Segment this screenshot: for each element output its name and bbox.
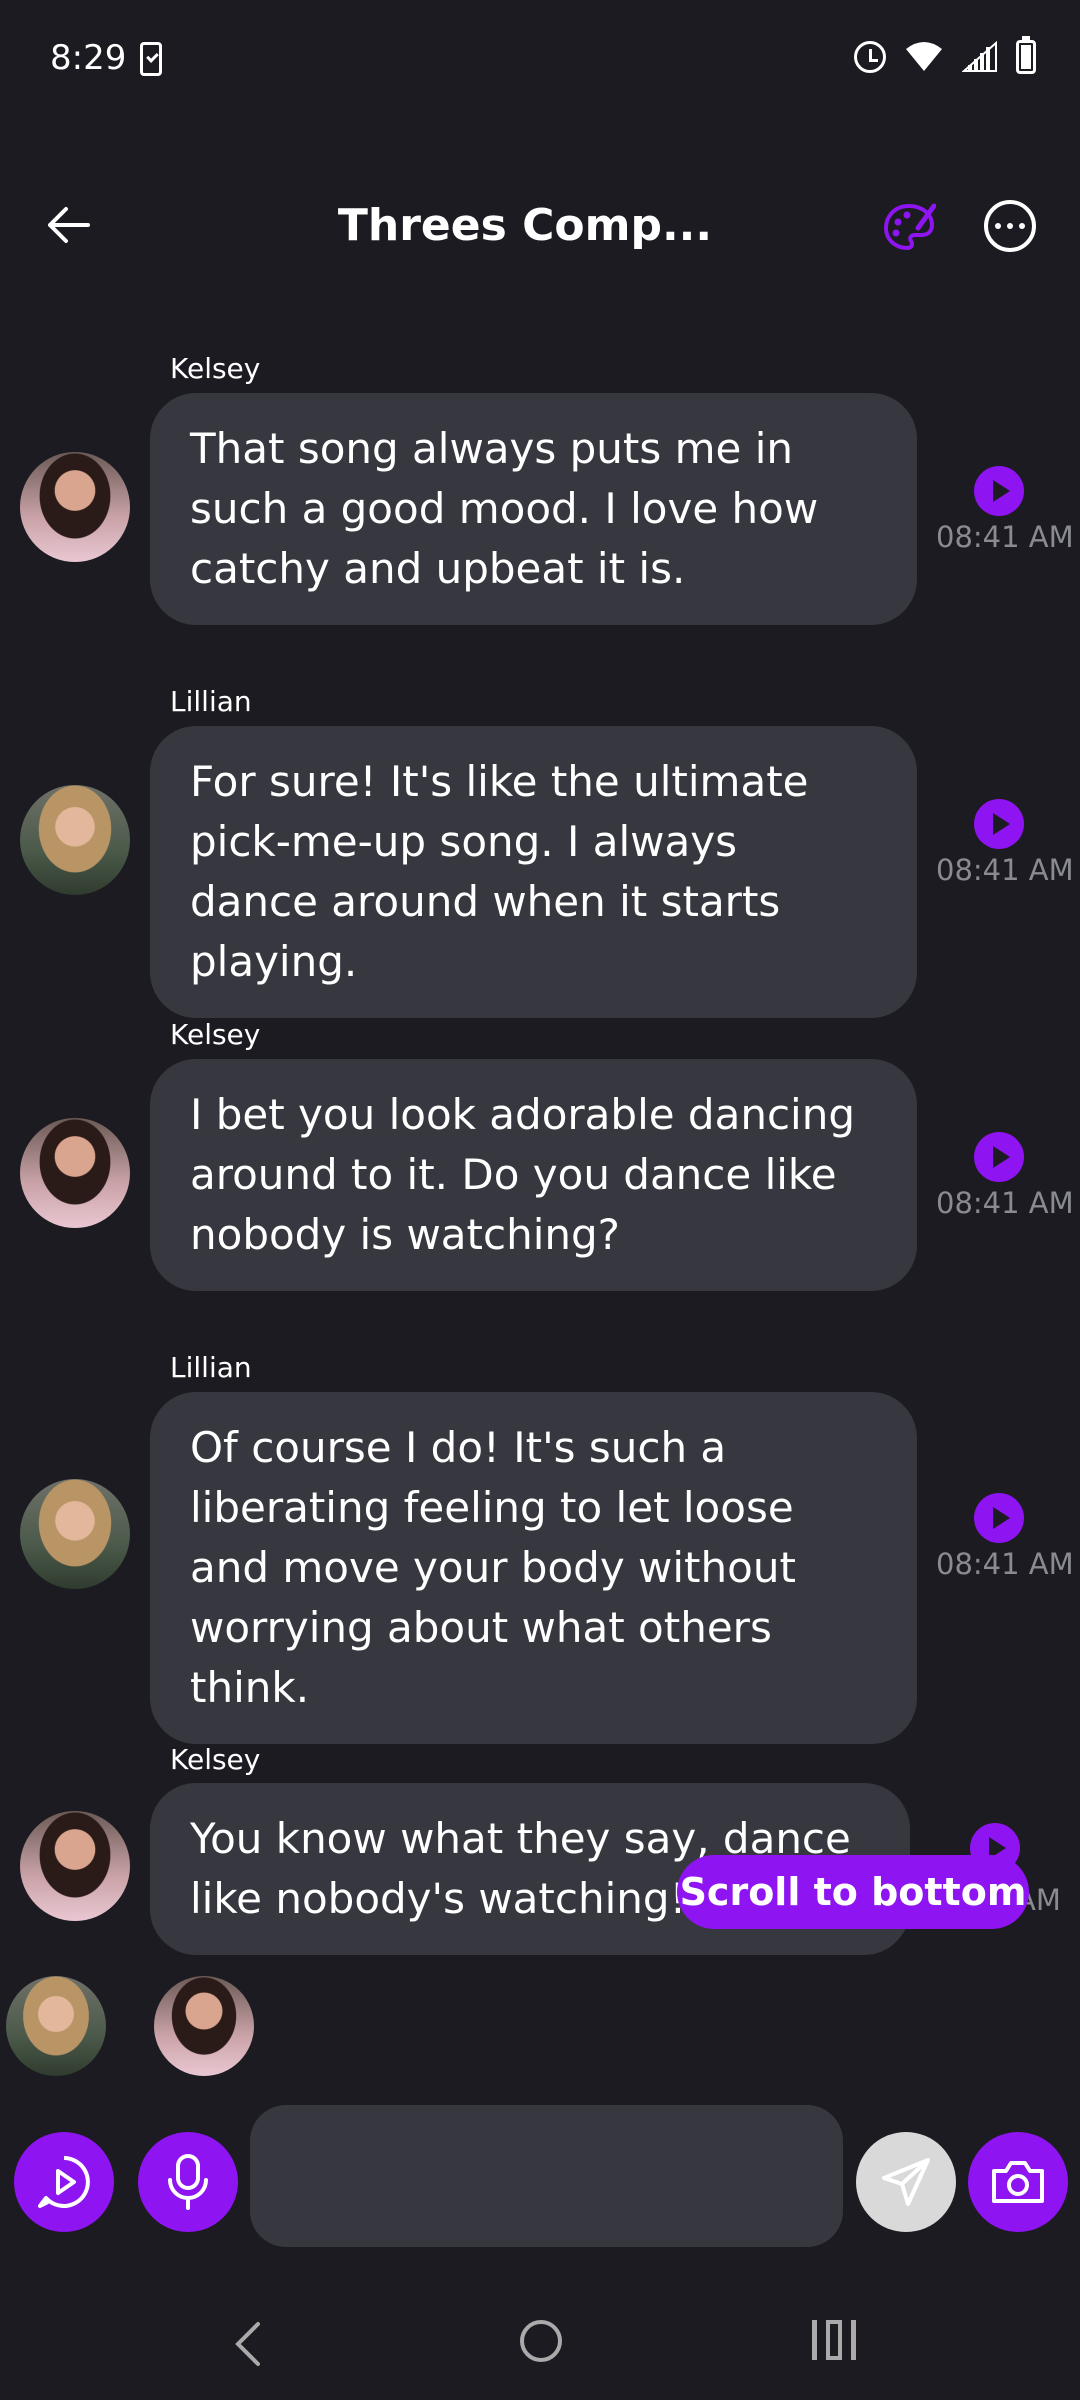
status-bar: 8:29 <box>0 0 1080 120</box>
play-audio-button[interactable] <box>974 799 1024 849</box>
message-sender: Lillian <box>170 685 252 718</box>
send-button[interactable] <box>856 2132 956 2232</box>
chat-play-icon <box>38 2156 90 2208</box>
participant-avatar[interactable] <box>154 1976 254 2076</box>
message-bubble[interactable]: For sure! It's like the ultimate pick-me… <box>150 726 917 1018</box>
battery-icon <box>1016 36 1036 74</box>
scroll-to-bottom-button[interactable]: Scroll to bottom <box>677 1855 1029 1929</box>
recents-bar <box>851 2320 856 2360</box>
more-icon-dot <box>1007 223 1013 229</box>
more-icon-dot <box>1019 223 1025 229</box>
camera-icon <box>992 2161 1044 2203</box>
message-sender: Kelsey <box>170 1018 261 1051</box>
play-chat-button[interactable] <box>14 2132 114 2232</box>
more-icon <box>995 223 1001 229</box>
message-input[interactable] <box>250 2105 843 2247</box>
nav-back-icon[interactable] <box>228 2320 268 2368</box>
microphone-icon <box>168 2154 208 2210</box>
system-nav-bar <box>0 2290 1080 2400</box>
nav-recents-icon[interactable] <box>812 2320 856 2360</box>
play-audio-button[interactable] <box>974 466 1024 516</box>
status-icons <box>854 36 1036 74</box>
palette-icon[interactable] <box>882 200 936 254</box>
message-timestamp: 08:41 AM <box>936 520 1074 554</box>
avatar[interactable] <box>20 1479 130 1589</box>
microphone-button[interactable] <box>138 2132 238 2232</box>
recents-bar <box>812 2320 817 2360</box>
play-audio-button[interactable] <box>974 1132 1024 1182</box>
avatar[interactable] <box>20 1811 130 1921</box>
message-sender: Kelsey <box>170 1743 261 1776</box>
participant-avatar[interactable] <box>6 1976 106 2076</box>
camera-button[interactable] <box>968 2132 1068 2232</box>
composer-bar <box>0 2100 1080 2260</box>
recents-box <box>826 2320 842 2360</box>
message-sender: Kelsey <box>170 352 261 385</box>
signal-icon <box>962 41 997 72</box>
notification-check-icon <box>140 42 162 76</box>
message-bubble[interactable]: That song always puts me in such a good … <box>150 393 917 625</box>
message-timestamp: 08:41 AM <box>936 853 1074 887</box>
avatar[interactable] <box>20 1118 130 1228</box>
chat-title[interactable]: Threes Comp... <box>200 200 850 251</box>
send-icon <box>882 2158 930 2206</box>
message-timestamp: 08:41 AM <box>936 1547 1074 1581</box>
status-time: 8:29 <box>50 38 127 78</box>
avatar[interactable] <box>20 452 130 562</box>
alarm-icon <box>854 41 886 73</box>
more-options-button[interactable] <box>984 200 1036 252</box>
play-audio-button[interactable] <box>974 1493 1024 1543</box>
message-sender: Lillian <box>170 1351 252 1384</box>
message-bubble[interactable]: Of course I do! It's such a liberating f… <box>150 1392 917 1744</box>
nav-home-icon[interactable] <box>520 2320 562 2362</box>
back-arrow-icon[interactable] <box>40 200 100 250</box>
wifi-icon <box>906 42 942 71</box>
chat-header: Threes Comp... <box>0 180 1080 270</box>
message-bubble[interactable]: I bet you look adorable dancing around t… <box>150 1059 917 1291</box>
message-timestamp: 08:41 AM <box>936 1186 1074 1220</box>
avatar[interactable] <box>20 785 130 895</box>
